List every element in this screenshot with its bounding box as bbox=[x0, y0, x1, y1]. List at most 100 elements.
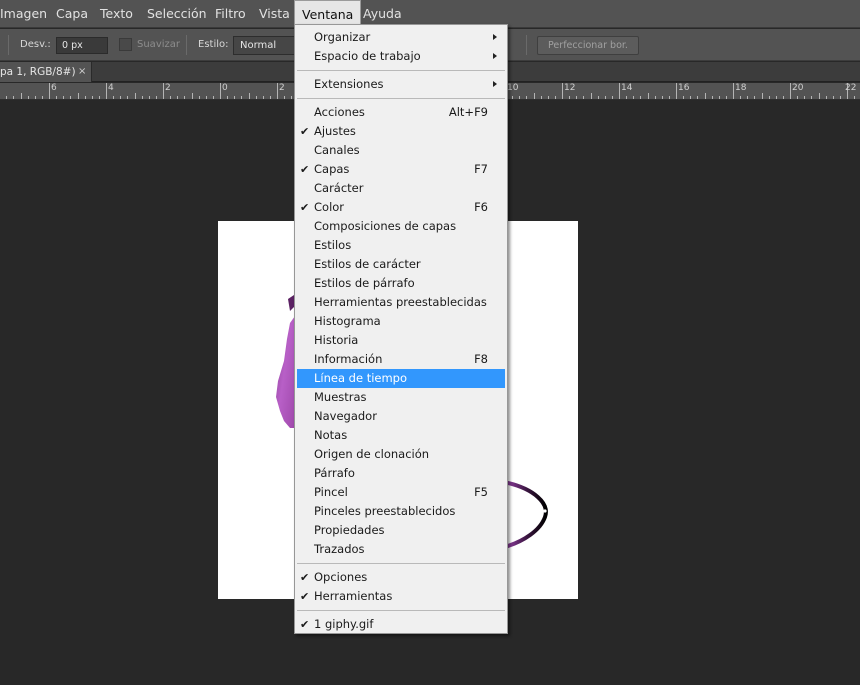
ruler-tick bbox=[256, 96, 257, 99]
ruler-tick bbox=[583, 96, 584, 99]
menu-item-informacion[interactable]: Información F8 bbox=[297, 350, 505, 369]
ruler-tick bbox=[669, 96, 670, 99]
menu-separator bbox=[297, 610, 505, 611]
ruler-tick bbox=[28, 96, 29, 99]
menu-capa[interactable]: Capa bbox=[49, 0, 95, 28]
document-tab[interactable]: pa 1, RGB/8#) × bbox=[0, 62, 92, 82]
ruler-tick bbox=[633, 96, 634, 99]
menu-item-label: Estilos de carácter bbox=[314, 257, 421, 271]
ruler-tick bbox=[241, 96, 242, 99]
menu-seleccion[interactable]: Selección bbox=[140, 0, 214, 28]
menu-item-label: Histograma bbox=[314, 314, 381, 328]
ruler-tick bbox=[156, 96, 157, 99]
menu-item-organizar[interactable]: Organizar bbox=[297, 28, 505, 47]
menu-item-trazados[interactable]: Trazados bbox=[297, 540, 505, 559]
menu-item-historia[interactable]: Historia bbox=[297, 331, 505, 350]
menu-vista[interactable]: Vista bbox=[252, 0, 297, 28]
menu-item-shortcut: F5 bbox=[474, 485, 488, 499]
menu-item-label: Párrafo bbox=[314, 466, 355, 480]
menu-item-estilos-de-caracter[interactable]: Estilos de carácter bbox=[297, 255, 505, 274]
menu-item-histograma[interactable]: Histograma bbox=[297, 312, 505, 331]
menu-item-label: Canales bbox=[314, 143, 360, 157]
menu-item-capas[interactable]: ✔ Capas F7 bbox=[297, 160, 505, 179]
ruler-label: 18 bbox=[735, 83, 747, 93]
menu-item-herramientas-preestablecidas[interactable]: Herramientas preestablecidas bbox=[297, 293, 505, 312]
menu-item-caracter[interactable]: Carácter bbox=[297, 179, 505, 198]
menu-item-origen-de-clonacion[interactable]: Origen de clonación bbox=[297, 445, 505, 464]
menu-item-label: Propiedades bbox=[314, 523, 385, 537]
menu-item-estilos[interactable]: Estilos bbox=[297, 236, 505, 255]
ruler-tick bbox=[705, 93, 706, 99]
submenu-arrow-icon bbox=[493, 81, 497, 87]
ruler-tick bbox=[591, 93, 592, 99]
menu-item-canales[interactable]: Canales bbox=[297, 141, 505, 160]
menu-item-label: Notas bbox=[314, 428, 348, 442]
menu-item-composiciones-de-capas[interactable]: Composiciones de capas bbox=[297, 217, 505, 236]
menu-item-label: 1 giphy.gif bbox=[314, 617, 374, 631]
ruler-tick bbox=[234, 96, 235, 99]
menu-item-opciones[interactable]: ✔ Opciones bbox=[297, 568, 505, 587]
ruler-tick bbox=[747, 96, 748, 99]
menu-separator bbox=[297, 563, 505, 564]
ruler-tick bbox=[719, 96, 720, 99]
menu-item-1-giphy-gif[interactable]: ✔ 1 giphy.gif bbox=[297, 615, 505, 634]
menu-item-shortcut: F7 bbox=[474, 162, 488, 176]
menu-item-color[interactable]: ✔ Color F6 bbox=[297, 198, 505, 217]
menu-imagen[interactable]: Imagen bbox=[0, 0, 54, 28]
ruler-tick bbox=[662, 96, 663, 99]
menu-item-acciones[interactable]: Acciones Alt+F9 bbox=[297, 103, 505, 122]
ruler-tick bbox=[769, 96, 770, 99]
menu-filtro[interactable]: Filtro bbox=[208, 0, 253, 28]
menu-item-linea-de-tiempo[interactable]: Línea de tiempo bbox=[297, 369, 505, 388]
menu-item-label: Carácter bbox=[314, 181, 364, 195]
ruler-tick bbox=[263, 96, 264, 99]
ruler-tick bbox=[555, 96, 556, 99]
menu-item-propiedades[interactable]: Propiedades bbox=[297, 521, 505, 540]
menu-item-navegador[interactable]: Navegador bbox=[297, 407, 505, 426]
ruler-tick bbox=[576, 96, 577, 99]
menu-item-label: Estilos de párrafo bbox=[314, 276, 415, 290]
menu-item-label: Pinceles preestablecidos bbox=[314, 504, 456, 518]
submenu-arrow-icon bbox=[493, 53, 497, 59]
ruler-tick bbox=[291, 96, 292, 99]
style-label: Estilo: bbox=[198, 39, 229, 50]
ruler-label: 2 bbox=[165, 83, 171, 93]
checkmark-icon: ✔ bbox=[300, 590, 310, 603]
ruler-tick bbox=[697, 96, 698, 99]
menu-texto[interactable]: Texto bbox=[93, 0, 140, 28]
rope-curve bbox=[506, 481, 548, 548]
ruler-tick bbox=[804, 96, 805, 99]
ruler-tick bbox=[99, 96, 100, 99]
refine-edge-button[interactable]: Perfeccionar bor. bbox=[537, 36, 639, 55]
menu-item-muestras[interactable]: Muestras bbox=[297, 388, 505, 407]
menu-item-herramientas[interactable]: ✔ Herramientas bbox=[297, 587, 505, 606]
ruler-tick bbox=[762, 93, 763, 99]
menu-item-label: Estilos bbox=[314, 238, 352, 252]
menu-item-espacio-de-trabajo[interactable]: Espacio de trabajo bbox=[297, 47, 505, 66]
style-select[interactable]: Normal bbox=[233, 36, 303, 55]
purple-shape bbox=[276, 297, 295, 428]
menu-item-label: Origen de clonación bbox=[314, 447, 430, 461]
close-tab-icon[interactable]: × bbox=[78, 62, 86, 82]
menu-item-pinceles-preestablecidos[interactable]: Pinceles preestablecidos bbox=[297, 502, 505, 521]
antialias-checkbox[interactable] bbox=[119, 38, 132, 51]
feather-input[interactable]: 0 px bbox=[56, 37, 108, 54]
checkmark-icon: ✔ bbox=[300, 571, 310, 584]
checkmark-icon: ✔ bbox=[300, 163, 310, 176]
menu-item-shortcut: Alt+F9 bbox=[448, 105, 488, 119]
ruler-tick bbox=[249, 93, 250, 99]
options-divider bbox=[186, 35, 187, 55]
menu-item-estilos-de-parrafo[interactable]: Estilos de párrafo bbox=[297, 274, 505, 293]
menu-item-parrafo[interactable]: Párrafo bbox=[297, 464, 505, 483]
ruler-tick bbox=[127, 96, 128, 99]
submenu-arrow-icon bbox=[493, 34, 497, 40]
menu-separator bbox=[297, 70, 505, 71]
ruler-tick bbox=[854, 96, 855, 99]
ruler-tick bbox=[640, 96, 641, 99]
checkmark-icon: ✔ bbox=[300, 125, 310, 138]
menu-item-notas[interactable]: Notas bbox=[297, 426, 505, 445]
menu-item-label: Herramientas preestablecidas bbox=[314, 295, 487, 309]
menu-item-extensiones[interactable]: Extensiones bbox=[297, 75, 505, 94]
menu-item-ajustes[interactable]: ✔ Ajustes bbox=[297, 122, 505, 141]
menu-item-pincel[interactable]: Pincel F5 bbox=[297, 483, 505, 502]
